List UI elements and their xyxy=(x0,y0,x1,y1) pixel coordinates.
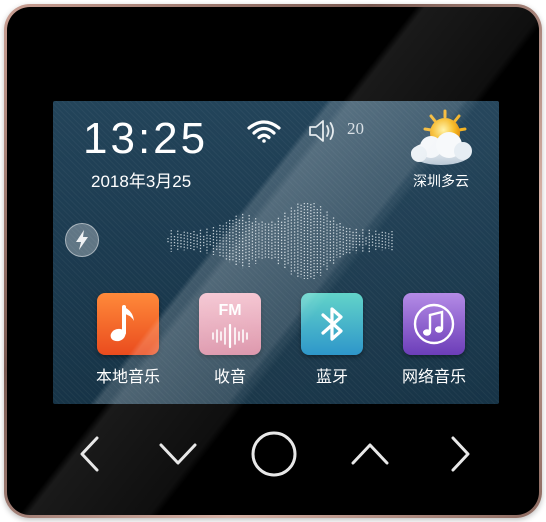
up-arrow-icon[interactable] xyxy=(350,434,390,474)
clock-time: 13:25 xyxy=(83,114,209,163)
down-arrow-icon[interactable] xyxy=(158,434,198,474)
app-label: 网络音乐 xyxy=(401,367,466,386)
app-label: 本地音乐 xyxy=(95,367,160,386)
app-network-music[interactable]: 网络音乐 xyxy=(389,293,479,387)
touch-screen: 13:25 2018年3月25 20 深圳多云 本地音乐 FM 收音 蓝牙 网络… xyxy=(53,101,499,404)
wifi-icon[interactable] xyxy=(247,119,281,143)
clock-date: 2018年3月25 xyxy=(91,172,192,191)
app-local-music[interactable]: 本地音乐 xyxy=(83,293,173,387)
volume-level: 20 xyxy=(347,119,364,138)
home-circle-icon[interactable] xyxy=(250,430,298,478)
bluetooth-icon xyxy=(301,293,363,355)
fm-radio-icon: FM xyxy=(199,293,261,355)
speaker-icon[interactable] xyxy=(307,119,337,143)
app-launcher: 本地音乐 FM 收音 蓝牙 网络音乐 xyxy=(53,293,499,393)
forward-arrow-icon[interactable] xyxy=(440,434,480,474)
charge-button[interactable] xyxy=(65,223,99,257)
music-note-icon xyxy=(97,293,159,355)
back-arrow-icon[interactable] xyxy=(70,434,110,474)
lightning-icon xyxy=(76,230,88,250)
audio-waveform xyxy=(167,203,393,279)
app-radio[interactable]: FM 收音 xyxy=(185,293,275,387)
partly-cloudy-icon xyxy=(411,109,472,165)
network-music-icon xyxy=(403,293,465,355)
app-label: 蓝牙 xyxy=(315,367,348,386)
weather-city: 深圳多云 xyxy=(413,174,469,190)
app-label: 收音 xyxy=(213,367,246,386)
app-bluetooth[interactable]: 蓝牙 xyxy=(287,293,377,387)
